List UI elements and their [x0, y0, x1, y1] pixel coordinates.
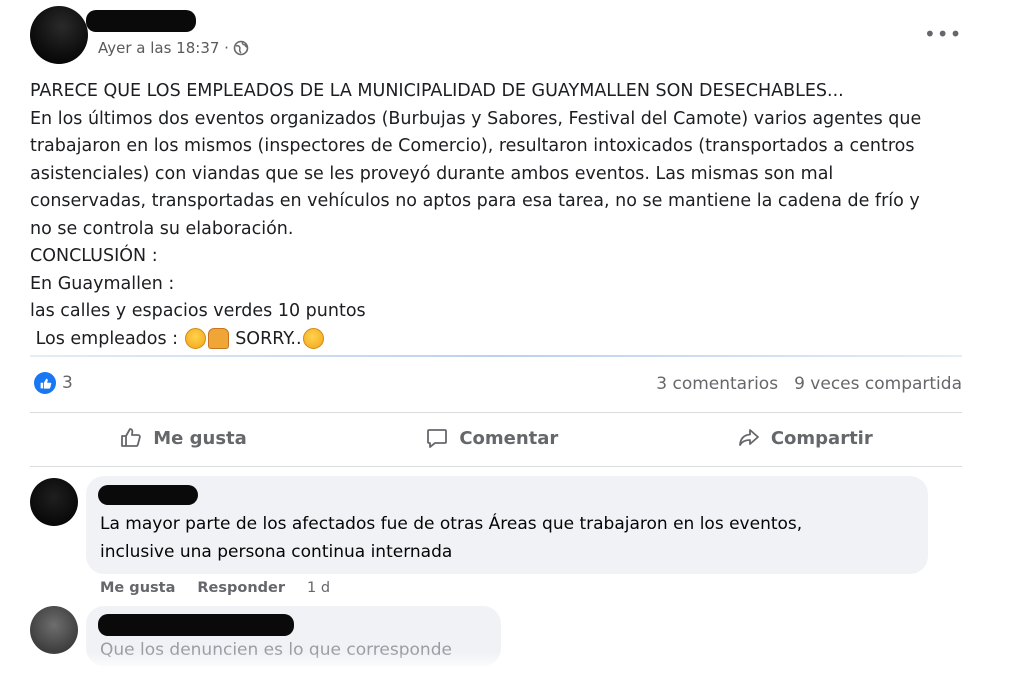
thumbs-up-icon	[121, 428, 142, 447]
post-divider	[30, 355, 962, 357]
share-icon	[738, 429, 759, 446]
post-line: las calles y espacios verdes 10 puntos	[30, 301, 366, 321]
share-button-label: Compartir	[770, 427, 873, 449]
post-line: En Guaymallen :	[30, 273, 175, 294]
post-line-last: Los empleados : SORRY..	[30, 326, 960, 354]
post-text: PARECE QUE LOS EMPLEADOS DE LA MUNICIPAL…	[30, 78, 960, 353]
actions-top-divider	[30, 412, 962, 413]
comment-button-label: Comentar	[459, 427, 559, 449]
comment-like-link[interactable]: Me gusta	[100, 580, 175, 596]
author-avatar[interactable]	[30, 6, 88, 64]
commenter-avatar[interactable]	[30, 606, 78, 654]
post-line: En los últimos dos eventos organizados (…	[30, 108, 922, 129]
like-reaction-icon	[34, 372, 56, 394]
post-line-prefix: Los empleados :	[30, 328, 184, 349]
engagement-counts: 3 comentarios 9 veces compartida	[656, 374, 962, 394]
like-button-label: Me gusta	[153, 427, 247, 449]
post-actions: Me gusta Comentar Compartir	[30, 426, 962, 450]
commenter-name-redacted[interactable]	[98, 614, 294, 636]
post-line: asistenciales) con viandas que se les pr…	[30, 163, 834, 184]
post-line: no se controla su elaboración.	[30, 218, 294, 239]
post-line-sorry: SORRY..	[229, 328, 302, 349]
actions-bottom-divider	[30, 466, 962, 467]
like-button[interactable]: Me gusta	[119, 426, 247, 450]
post-line: CONCLUSIÓN :	[30, 246, 158, 266]
comments-count[interactable]: 3 comentarios	[656, 374, 778, 394]
comment-reply-link[interactable]: Responder	[197, 580, 285, 596]
shares-count[interactable]: 9 veces compartida	[794, 374, 962, 394]
comment-text: La mayor parte de los afectados fue de o…	[100, 510, 802, 566]
post-timestamp[interactable]: Ayer a las 18:37 ·	[98, 39, 229, 57]
comment-text-line: La mayor parte de los afectados fue de o…	[100, 514, 803, 534]
globe-icon	[233, 40, 249, 56]
reaction-summary[interactable]: 3	[34, 372, 73, 394]
author-name-redacted[interactable]	[86, 10, 196, 32]
commenter-name-redacted[interactable]	[98, 485, 198, 505]
commenter-avatar[interactable]	[30, 478, 78, 526]
fearful-face-emoji	[184, 328, 206, 349]
post-line: PARECE QUE LOS EMPLEADOS DE LA MUNICIPAL…	[30, 81, 844, 101]
comment-actions: Me gusta Responder 1 d	[100, 580, 330, 596]
person-gesturing-no-emoji	[207, 328, 229, 349]
share-button[interactable]: Compartir	[737, 426, 873, 450]
like-count[interactable]: 3	[62, 373, 73, 393]
comment-text-line: inclusive una persona continua internada	[100, 542, 453, 562]
post-line: conservadas, transportadas en vehículos …	[30, 191, 920, 211]
yawning-face-emoji	[302, 328, 324, 349]
post-meta: Ayer a las 18:37 ·	[98, 39, 249, 57]
comment-icon	[427, 429, 448, 448]
post-line: trabajaron en los mismos (inspectores de…	[30, 136, 915, 156]
comment-button[interactable]: Comentar	[425, 426, 558, 450]
bottom-fade	[0, 652, 1014, 680]
more-options-icon[interactable]: •••	[924, 22, 962, 46]
comment-time[interactable]: 1 d	[307, 580, 330, 596]
